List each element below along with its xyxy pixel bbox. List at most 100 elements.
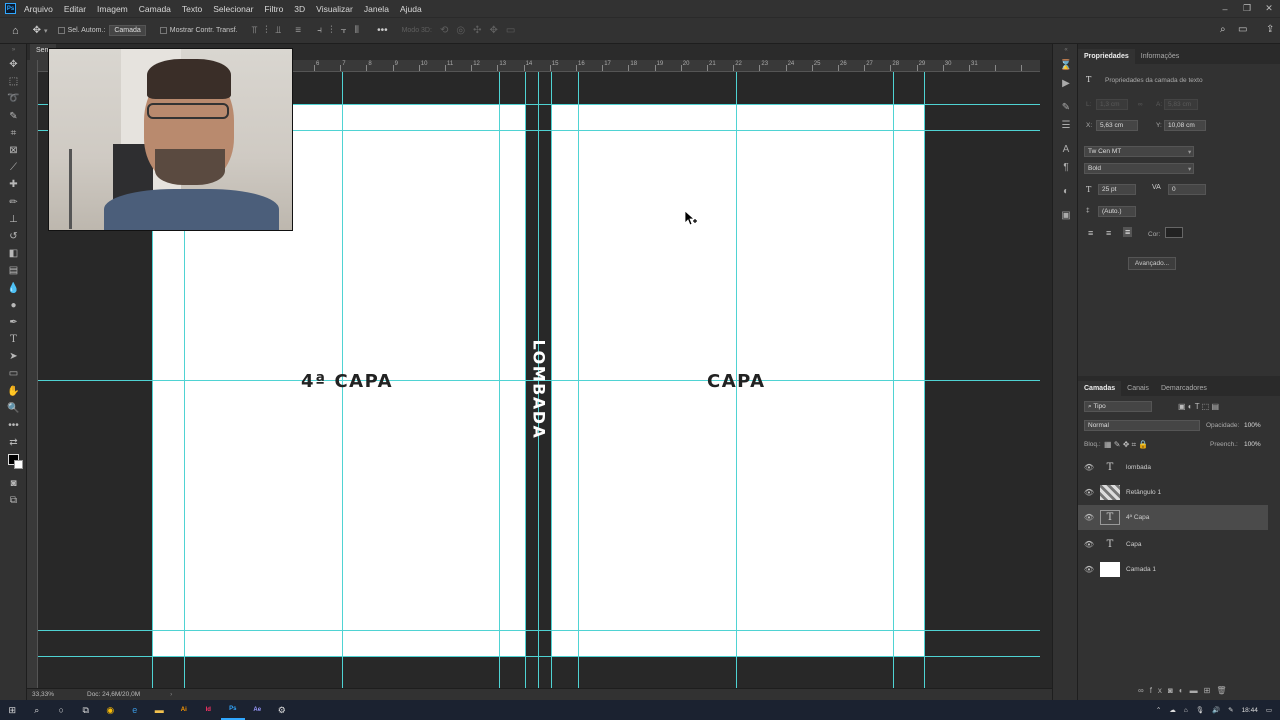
tracking-field[interactable]: 0 (1168, 184, 1206, 195)
layer-row-front-cover[interactable]: 👁 T Capa (1078, 532, 1268, 557)
photoshop-taskbar-icon[interactable]: Ps (220, 700, 245, 720)
font-size-field[interactable]: 25 pt (1098, 184, 1136, 195)
onedrive-icon[interactable]: ☁ (1169, 706, 1176, 714)
visibility-eye-icon[interactable]: 👁 (1078, 540, 1100, 549)
search-icon[interactable]: ⌕ (1220, 24, 1226, 35)
menu-janela[interactable]: Janela (364, 4, 389, 14)
layer-row-lombada[interactable]: 👁 T lombada (1078, 455, 1268, 480)
share-icon[interactable]: ⇪ (1266, 24, 1274, 35)
show-transform-checkbox[interactable]: Mostrar Contr. Transf. (159, 27, 237, 34)
clone-stamp-icon[interactable]: ⊥ (0, 211, 27, 228)
menu-selecionar[interactable]: Selecionar (213, 4, 253, 14)
task-view-icon[interactable]: ⧉ (74, 700, 99, 720)
new-layer-icon[interactable]: ⊞ (1204, 686, 1217, 695)
zoom-tool-icon[interactable]: 🔍 (0, 400, 27, 417)
gradient-tool-icon[interactable]: ▤ (0, 262, 27, 279)
align-left-icon[interactable]: ⫞ (317, 25, 322, 36)
checkbox-box[interactable] (159, 27, 167, 34)
guide-horizontal[interactable] (38, 630, 1040, 631)
ruler-vertical[interactable] (27, 60, 38, 688)
pen-icon[interactable]: ✎ (1228, 706, 1233, 714)
tab-paths[interactable]: Demarcadores (1155, 381, 1213, 396)
status-chevron-icon[interactable]: › (170, 691, 172, 698)
foreground-background-swatch[interactable] (0, 451, 27, 470)
path-select-icon[interactable]: ➤ (0, 348, 27, 365)
libraries-icon[interactable]: ▣ (1053, 206, 1079, 224)
lock-icons[interactable]: ▦ ✎ ✥ ⌗ 🔒 (1104, 440, 1148, 450)
background-color-swatch[interactable] (14, 460, 23, 470)
align-bottom-icon[interactable]: ⫫ (276, 25, 282, 36)
visibility-eye-icon[interactable]: 👁 (1078, 463, 1100, 472)
layer-filter-dropdown[interactable]: ⌕ Tipo (1084, 401, 1152, 412)
align-right-text-icon[interactable]: ≡ (1123, 227, 1133, 237)
foreground-color-swatch[interactable] (8, 454, 23, 470)
history-brush-icon[interactable]: ↺ (0, 228, 27, 245)
distribute-icon[interactable]: ≡ (295, 25, 301, 36)
more-options-icon[interactable]: ••• (377, 25, 388, 36)
volume-icon[interactable]: 🔊 (1212, 706, 1220, 714)
menu-ajuda[interactable]: Ajuda (400, 4, 422, 14)
3d-roll-icon[interactable]: ◎ (456, 25, 465, 36)
back-cover-label[interactable]: 4ª CAPA (301, 371, 393, 392)
filter-icons[interactable]: ▣ ◐ T ⬚ ▤ (1178, 402, 1219, 411)
3d-scale-icon[interactable]: ▭ (506, 25, 515, 36)
notifications-icon[interactable]: ▭ (1266, 706, 1272, 714)
delete-layer-icon[interactable]: 🗑 (1216, 686, 1232, 695)
clock[interactable]: 18:44 (1242, 707, 1258, 714)
minimize-icon[interactable]: – (1214, 4, 1236, 14)
chevron-down-icon[interactable]: ▾ (44, 27, 48, 35)
network-icon[interactable]: ⌂ (1184, 707, 1188, 714)
adjustment-layer-icon[interactable]: ◐ (1179, 686, 1190, 695)
move-tool-icon[interactable]: ✥ (33, 25, 41, 36)
checkbox-box[interactable] (57, 27, 65, 34)
file-explorer-icon[interactable]: ▬ (147, 700, 172, 720)
link-icon[interactable]: ∞ (1138, 101, 1143, 108)
menu-camada[interactable]: Camada (139, 4, 171, 14)
rectangle-tool-icon[interactable]: ▭ (0, 365, 27, 382)
microphone-icon[interactable]: 🎙 (1196, 706, 1204, 714)
close-icon[interactable]: ✕ (1258, 3, 1280, 14)
restore-icon[interactable]: ❐ (1236, 3, 1258, 14)
tab-info[interactable]: Informações (1135, 49, 1186, 64)
align-middle-icon[interactable]: ⫶ (265, 25, 268, 36)
font-family-dropdown[interactable]: Tw Cen MT (1084, 146, 1194, 157)
layer-actions-bar[interactable]: ∞fx◙◐▬⊞🗑 (1138, 686, 1232, 695)
align-center-text-icon[interactable]: ≡ (1106, 228, 1111, 238)
3d-rotate-icon[interactable]: ⟲ (440, 25, 448, 36)
lasso-tool-icon[interactable]: ➰ (0, 90, 27, 107)
illustrator-icon[interactable]: Ai (172, 700, 197, 720)
hand-tool-icon[interactable]: ✋ (0, 383, 27, 400)
dodge-tool-icon[interactable]: ● (0, 297, 27, 314)
type-tool-icon[interactable]: T (0, 331, 27, 348)
fill-value[interactable]: 100% (1244, 441, 1261, 448)
layer-row-background[interactable]: 👁 Camada 1 (1078, 557, 1268, 582)
chevron-down-icon[interactable]: ▾ (1188, 148, 1191, 156)
screen-mode-icon[interactable]: ⧉ (0, 492, 27, 509)
guide-horizontal[interactable] (38, 656, 1040, 657)
align-top-icon[interactable]: ⫪ (251, 25, 257, 36)
show-hidden-icons-icon[interactable]: ⌃ (1156, 706, 1161, 714)
link-layers-icon[interactable]: ∞ (1138, 686, 1150, 695)
swap-colors-icon[interactable]: ⇄ (0, 434, 27, 451)
edit-toolbar-icon[interactable]: ••• (0, 417, 27, 434)
pen-tool-icon[interactable]: ✒ (0, 314, 27, 331)
home-icon[interactable]: ⌂ (12, 25, 19, 37)
visibility-eye-icon[interactable]: 👁 (1078, 565, 1100, 574)
align-right-icon[interactable]: ⫟ (341, 25, 347, 36)
tab-properties[interactable]: Propriedades (1078, 49, 1135, 64)
healing-brush-icon[interactable]: ✚ (0, 176, 27, 193)
quick-select-tool-icon[interactable]: ✎ (0, 108, 27, 125)
cortana-icon[interactable]: ○ (49, 700, 74, 720)
opacity-value[interactable]: 100% (1244, 422, 1261, 429)
leading-field[interactable]: (Auto.) (1098, 206, 1136, 217)
frame-tool-icon[interactable]: ⊠ (0, 142, 27, 159)
eyedropper-tool-icon[interactable]: ⟋ (0, 159, 27, 176)
app-icon[interactable]: ⚙ (270, 700, 295, 720)
layer-row-back-cover[interactable]: 👁 T 4ª Capa (1078, 505, 1268, 530)
windows-start-icon[interactable]: ⊞ (0, 700, 25, 720)
font-style-dropdown[interactable]: Bold (1084, 163, 1194, 174)
brush-tool-icon[interactable]: ✏ (0, 194, 27, 211)
spine-label[interactable]: LOMBADA (530, 340, 549, 440)
eraser-tool-icon[interactable]: ◧ (0, 245, 27, 262)
advanced-button[interactable]: Avançado... (1128, 257, 1176, 270)
